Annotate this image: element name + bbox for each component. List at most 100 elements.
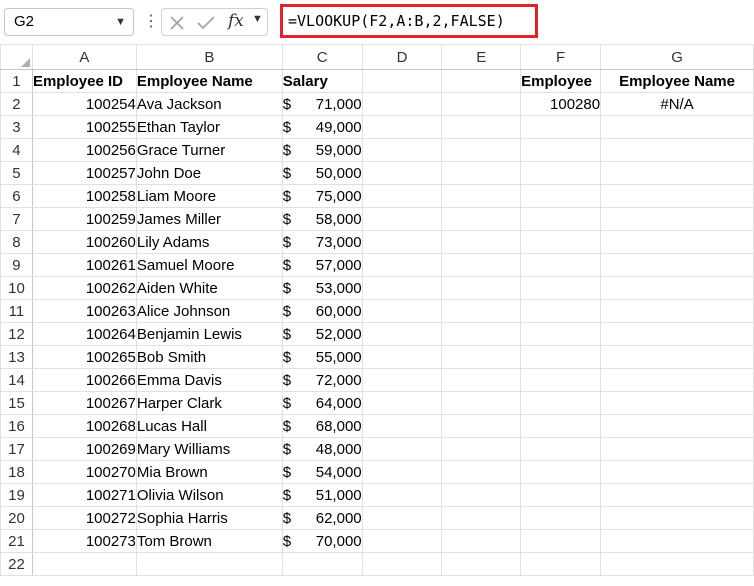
salary-cell[interactable]: $52,000 (281, 322, 363, 346)
cell[interactable] (600, 184, 754, 208)
column-header-e[interactable]: E (441, 44, 522, 70)
employee-id-cell[interactable]: 100259 (31, 207, 137, 231)
chevron-down-icon[interactable]: ▼ (252, 13, 263, 25)
cell[interactable] (361, 345, 443, 369)
cell[interactable] (361, 276, 443, 300)
employee-name-cell[interactable]: Aiden White (135, 276, 283, 300)
cell[interactable] (361, 414, 443, 438)
cell[interactable] (520, 115, 602, 139)
cell[interactable] (361, 506, 443, 530)
row-header[interactable]: 10 (0, 276, 33, 300)
employee-id-cell[interactable]: 100265 (31, 345, 137, 369)
cell[interactable] (441, 115, 522, 139)
employee-id-cell[interactable]: 100269 (31, 437, 137, 461)
cell[interactable] (600, 115, 754, 139)
cell[interactable] (600, 460, 754, 484)
cell-a1[interactable]: Employee ID (31, 69, 137, 93)
employee-id-cell[interactable]: 100255 (31, 115, 137, 139)
employee-name-cell[interactable]: Ava Jackson (135, 92, 283, 116)
cell[interactable] (441, 529, 522, 553)
cell[interactable] (600, 161, 754, 185)
formula-input[interactable]: =VLOOKUP(F2,A:B,2,FALSE) (280, 4, 538, 38)
cell[interactable] (600, 483, 754, 507)
cell[interactable] (520, 529, 602, 553)
row-header[interactable]: 2 (0, 92, 33, 116)
employee-name-cell[interactable]: Lucas Hall (135, 414, 283, 438)
cell[interactable] (441, 322, 522, 346)
cell[interactable] (441, 253, 522, 277)
cell[interactable] (361, 230, 443, 254)
cell[interactable] (281, 552, 363, 576)
cell[interactable] (600, 506, 754, 530)
cell[interactable] (520, 483, 602, 507)
cell[interactable] (520, 391, 602, 415)
salary-cell[interactable]: $53,000 (281, 276, 363, 300)
salary-cell[interactable]: $54,000 (281, 460, 363, 484)
employee-name-cell[interactable]: James Miller (135, 207, 283, 231)
cell[interactable] (520, 552, 602, 576)
cell[interactable] (361, 299, 443, 323)
column-header-f[interactable]: F (520, 44, 602, 70)
cell[interactable] (520, 414, 602, 438)
employee-name-cell[interactable]: Sophia Harris (135, 506, 283, 530)
cell-g2[interactable]: #N/A (600, 92, 754, 116)
row-header[interactable]: 6 (0, 184, 33, 208)
cell-d1[interactable] (361, 69, 443, 93)
cell[interactable] (520, 322, 602, 346)
employee-id-cell[interactable]: 100268 (31, 414, 137, 438)
cell[interactable] (520, 161, 602, 185)
row-header[interactable]: 15 (0, 391, 33, 415)
row-header[interactable]: 18 (0, 460, 33, 484)
employee-name-cell[interactable]: Liam Moore (135, 184, 283, 208)
cell[interactable] (361, 483, 443, 507)
cell[interactable] (520, 276, 602, 300)
cell[interactable] (520, 230, 602, 254)
insert-function-icon[interactable]: fx (228, 11, 244, 31)
cell[interactable] (600, 414, 754, 438)
employee-id-cell[interactable]: 100273 (31, 529, 137, 553)
employee-name-cell[interactable]: Alice Johnson (135, 299, 283, 323)
salary-cell[interactable]: $49,000 (281, 115, 363, 139)
employee-name-cell[interactable]: Mary Williams (135, 437, 283, 461)
employee-id-cell[interactable]: 100264 (31, 322, 137, 346)
salary-cell[interactable]: $58,000 (281, 207, 363, 231)
cell[interactable] (441, 414, 522, 438)
row-header[interactable]: 8 (0, 230, 33, 254)
row-header[interactable]: 16 (0, 414, 33, 438)
salary-cell[interactable]: $50,000 (281, 161, 363, 185)
salary-cell[interactable]: $48,000 (281, 437, 363, 461)
cell[interactable] (520, 184, 602, 208)
employee-id-cell[interactable]: 100256 (31, 138, 137, 162)
name-box[interactable]: G2 ▼ (4, 8, 134, 36)
employee-id-cell[interactable]: 100267 (31, 391, 137, 415)
cell-e1[interactable] (441, 69, 522, 93)
salary-cell[interactable]: $51,000 (281, 483, 363, 507)
salary-cell[interactable]: $55,000 (281, 345, 363, 369)
salary-cell[interactable]: $73,000 (281, 230, 363, 254)
row-header[interactable]: 9 (0, 253, 33, 277)
employee-id-cell[interactable]: 100266 (31, 368, 137, 392)
employee-name-cell[interactable]: Grace Turner (135, 138, 283, 162)
column-header-d[interactable]: D (361, 44, 443, 70)
cell[interactable] (441, 391, 522, 415)
cell[interactable] (441, 506, 522, 530)
row-header[interactable]: 5 (0, 161, 33, 185)
salary-cell[interactable]: $64,000 (281, 391, 363, 415)
salary-cell[interactable]: $62,000 (281, 506, 363, 530)
cell[interactable] (361, 161, 443, 185)
row-header[interactable]: 17 (0, 437, 33, 461)
cell[interactable] (520, 299, 602, 323)
row-header[interactable]: 11 (0, 299, 33, 323)
cell[interactable] (361, 529, 443, 553)
employee-id-cell[interactable]: 100257 (31, 161, 137, 185)
cell[interactable] (441, 207, 522, 231)
employee-name-cell[interactable]: John Doe (135, 161, 283, 185)
cell[interactable] (441, 230, 522, 254)
employee-name-cell[interactable]: Olivia Wilson (135, 483, 283, 507)
cell[interactable] (441, 92, 522, 116)
cell-f2[interactable]: 100280 (520, 92, 602, 116)
cell[interactable] (520, 345, 602, 369)
cell-b1[interactable]: Employee Name (135, 69, 283, 93)
cell[interactable] (361, 207, 443, 231)
more-options-icon[interactable]: ⋮ (143, 12, 159, 32)
